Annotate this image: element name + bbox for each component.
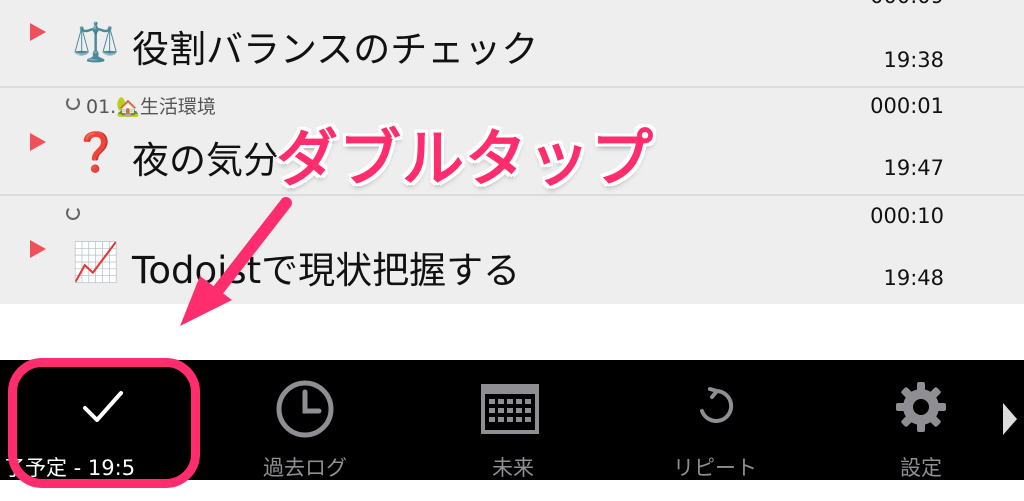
annotation-text: ダブルタップ — [276, 122, 655, 195]
annotation-arrow-icon — [180, 197, 292, 326]
